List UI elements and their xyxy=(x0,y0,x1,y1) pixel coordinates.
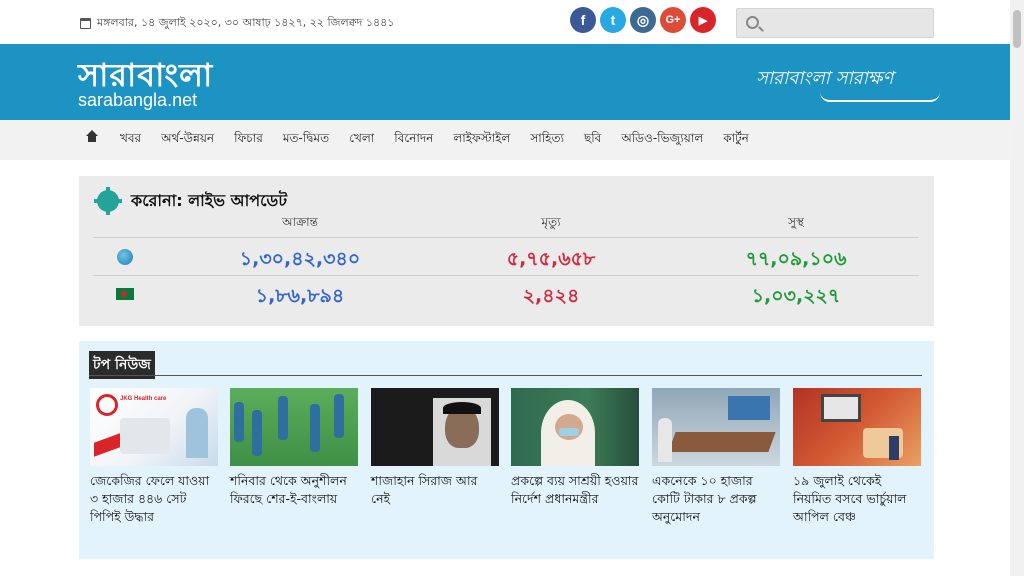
world-recovered: ৭৭,০৯,১০৬ xyxy=(745,248,847,270)
news-headline[interactable]: প্রকল্পে ব্যয় সাশ্রয়ী হওয়ার নির্দেশ প… xyxy=(511,472,639,508)
news-headline[interactable]: ১৯ জুলাই থেকেই নিয়মিত বসবে ভার্চুয়াল আ… xyxy=(793,472,921,526)
bd-infected: ১,৮৬,৮৯৪ xyxy=(255,285,345,307)
clinic-logo-icon xyxy=(96,394,118,416)
main-nav: খবর অর্থ-উন্নয়ন ফিচার মত-দ্বিমত খেলা বি… xyxy=(0,120,1010,160)
bd-deaths: ২,৪২৪ xyxy=(522,285,580,307)
nav-item-cartoon[interactable]: কার্টুন xyxy=(723,130,749,150)
nav-item-opinion[interactable]: মত-দ্বিমত xyxy=(283,130,329,150)
news-thumbnail[interactable]: JKG Health care xyxy=(90,388,218,466)
nav-item-photos[interactable]: ছবি xyxy=(584,130,601,150)
youtube-icon[interactable]: ▶ xyxy=(690,7,716,33)
nav-item-entertainment[interactable]: বিনোদন xyxy=(394,130,433,150)
search-input[interactable] xyxy=(767,13,927,33)
nav-item-lifestyle[interactable]: লাইফস্টাইল xyxy=(453,130,510,150)
instagram-icon[interactable]: ◎ xyxy=(630,7,656,33)
news-card[interactable]: প্রকল্পে ব্যয় সাশ্রয়ী হওয়ার নির্দেশ প… xyxy=(511,388,639,508)
nav-list: খবর অর্থ-উন্নয়ন ফিচার মত-দ্বিমত খেলা বি… xyxy=(86,120,769,160)
header-recovered: সুস্থ xyxy=(788,215,804,229)
tagline: সারাবাংলা সারাক্ষণ xyxy=(756,68,894,89)
google-plus-icon[interactable]: G+ xyxy=(660,7,686,33)
nav-item-audio-visual[interactable]: অডিও-ভিজ্যুয়াল xyxy=(621,130,703,150)
monitor xyxy=(821,394,861,422)
screen xyxy=(728,396,770,420)
facebook-icon[interactable]: f xyxy=(570,7,596,33)
arrow-graphic xyxy=(94,433,120,457)
news-card[interactable]: ১৯ জুলাই থেকেই নিয়মিত বসবে ভার্চুয়াল আ… xyxy=(793,388,921,526)
date-line: মঙ্গলবার, ১৪ জুলাই ২০২০, ৩০ আষাঢ় ১৪২৭, … xyxy=(80,14,394,33)
table xyxy=(668,432,776,452)
corona-title: করোনা: লাইভ আপডেট xyxy=(131,191,288,210)
bd-recovered: ১,০৩,২২৭ xyxy=(751,285,841,307)
news-headline[interactable]: শনিবার থেকে অনুশীলন ফিরছে শের-ই-বাংলায় xyxy=(230,472,358,508)
bangladesh-flag-icon xyxy=(116,288,134,300)
news-headline[interactable]: শাজাহান সিরাজ আর নেই xyxy=(371,472,499,508)
section-rule xyxy=(89,375,922,376)
nav-item-economy[interactable]: অর্থ-উন্নয়ন xyxy=(161,130,214,150)
news-thumbnail[interactable] xyxy=(652,388,780,466)
news-card[interactable]: শনিবার থেকে অনুশীলন ফিরছে শের-ই-বাংলায় xyxy=(230,388,358,508)
news-card[interactable]: JKG Health care জেকেজির ফেলে যাওয়া ৩ হা… xyxy=(90,388,218,526)
nav-item-sports[interactable]: খেলা xyxy=(349,130,374,150)
nav-item-feature[interactable]: ফিচার xyxy=(234,130,263,150)
doctor-figure xyxy=(186,408,208,458)
news-thumbnail[interactable] xyxy=(793,388,921,466)
header-deaths: মৃত্যু xyxy=(541,215,561,229)
nav-item-literature[interactable]: সাহিত্য xyxy=(530,130,564,150)
brand-header: সারাবাংলা sarabangla.net সারাবাংলা সারাক… xyxy=(0,44,1010,120)
scrollbar-thumb[interactable] xyxy=(1013,10,1021,48)
nav-item-news[interactable]: খবর xyxy=(120,130,141,150)
top-news-section: টপ নিউজ JKG Health care জেকেজির ফেলে যাও… xyxy=(79,341,934,559)
news-thumbnail[interactable] xyxy=(230,388,358,466)
news-card[interactable]: একনেকে ১০ হাজার কোটি টাকার ৮ প্রকল্প অনু… xyxy=(652,388,780,526)
row-divider xyxy=(93,275,919,276)
page: মঙ্গলবার, ১৪ জুলাই ২০২০, ৩০ আষাঢ় ১৪২৭, … xyxy=(0,0,1024,576)
news-card[interactable]: শাজাহান সিরাজ আর নেই xyxy=(371,388,499,508)
scrollbar[interactable] xyxy=(1010,0,1024,576)
world-infected: ১,৩০,৪২,৩৪০ xyxy=(239,248,361,270)
thumb-caption: JKG Health care xyxy=(120,396,167,402)
globe-icon xyxy=(117,249,133,265)
header-infected: আক্রান্ত xyxy=(282,215,318,229)
face-mask xyxy=(559,428,579,436)
top-bar: মঙ্গলবার, ১৪ জুলাই ২০২০, ৩০ আষাঢ় ১৪২৭, … xyxy=(0,0,1010,44)
twitter-icon[interactable]: t xyxy=(600,7,626,33)
row-divider xyxy=(93,237,919,238)
home-icon[interactable] xyxy=(86,130,98,145)
search-icon[interactable] xyxy=(746,16,759,29)
world-deaths: ৫,৭৫,৬৫৮ xyxy=(506,248,596,270)
logo-domain[interactable]: sarabangla.net xyxy=(78,90,197,111)
tagline-swoosh xyxy=(820,92,940,102)
social-links: f t ◎ G+ ▶ xyxy=(570,7,716,33)
news-thumbnail[interactable] xyxy=(371,388,499,466)
virus-icon xyxy=(94,187,122,215)
search-box[interactable] xyxy=(736,8,934,38)
news-thumbnail[interactable] xyxy=(511,388,639,466)
date-text: মঙ্গলবার, ১৪ জুলাই ২০২০, ৩০ আষাঢ় ১৪২৭, … xyxy=(97,16,395,29)
news-headline[interactable]: একনেকে ১০ হাজার কোটি টাকার ৮ প্রকল্প অনু… xyxy=(652,472,780,526)
news-headline[interactable]: জেকেজির ফেলে যাওয়া ৩ হাজার ৪৪৬ সেট পিপি… xyxy=(90,472,218,526)
calendar-icon xyxy=(80,18,91,29)
corona-live-update: করোনা: লাইভ আপডেট আক্রান্ত মৃত্যু সুস্থ … xyxy=(79,176,934,326)
